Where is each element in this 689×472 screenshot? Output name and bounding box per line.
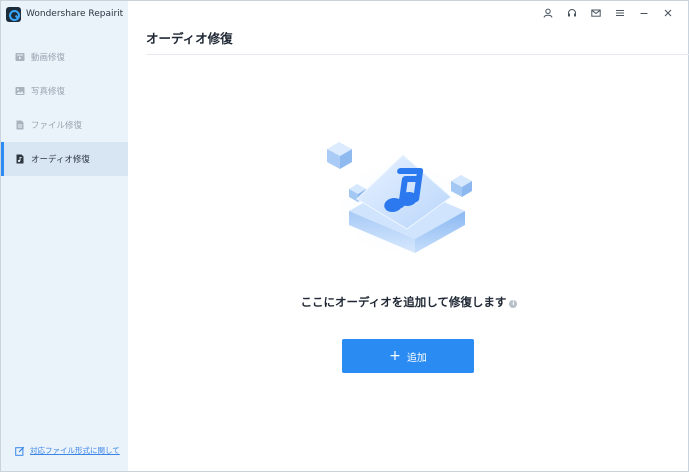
close-icon[interactable] (656, 5, 680, 21)
sidebar-item-file-repair[interactable]: ファイル修復 (1, 108, 128, 142)
audio-file-icon (15, 154, 25, 164)
image-icon (15, 86, 25, 96)
minimize-icon[interactable] (632, 5, 656, 21)
app-title-bar: Wondershare Repairit (6, 6, 123, 22)
edit-icon (15, 446, 25, 456)
sidebar-nav: 動画修復 写真修復 ファイル修復 オーディオ修復 (1, 40, 128, 176)
drop-prompt-text: ここにオーディオを追加して修復します (300, 295, 507, 309)
sidebar-item-label: ファイル修復 (31, 121, 83, 131)
audio-file-illustration (319, 131, 481, 261)
sidebar-item-label: 写真修復 (31, 87, 66, 97)
info-icon[interactable]: i (509, 300, 518, 308)
supported-formats-label: 対応ファイル形式に関して (30, 446, 120, 455)
app-window: Wondershare Repairit 動画修復 写真修復 ファイル修復 オー… (0, 0, 689, 472)
title-divider (146, 54, 689, 55)
window-controls (536, 5, 680, 21)
sidebar-item-label: 動画修復 (31, 53, 66, 63)
file-icon (15, 120, 25, 130)
user-icon[interactable] (536, 5, 560, 21)
drop-prompt: ここにオーディオを追加して修復します i (128, 294, 689, 310)
plus-icon: + (389, 348, 401, 364)
repairit-logo-icon (6, 6, 21, 22)
menu-icon[interactable] (608, 5, 632, 21)
video-icon (15, 52, 25, 62)
headset-icon[interactable] (560, 5, 584, 21)
supported-formats-link[interactable]: 対応ファイル形式に関して (15, 445, 120, 456)
sidebar-item-label: オーディオ修復 (31, 155, 90, 165)
mail-icon[interactable] (584, 5, 608, 21)
page-title: オーディオ修復 (146, 31, 233, 46)
app-title: Wondershare Repairit (26, 9, 124, 19)
sidebar-item-photo-repair[interactable]: 写真修復 (1, 74, 128, 108)
sidebar: Wondershare Repairit 動画修復 写真修復 ファイル修復 オー… (1, 1, 128, 471)
sidebar-item-audio-repair[interactable]: オーディオ修復 (1, 142, 128, 176)
add-button[interactable]: + 追加 (342, 339, 474, 373)
add-button-label: 追加 (406, 352, 427, 364)
sidebar-item-video-repair[interactable]: 動画修復 (1, 40, 128, 74)
